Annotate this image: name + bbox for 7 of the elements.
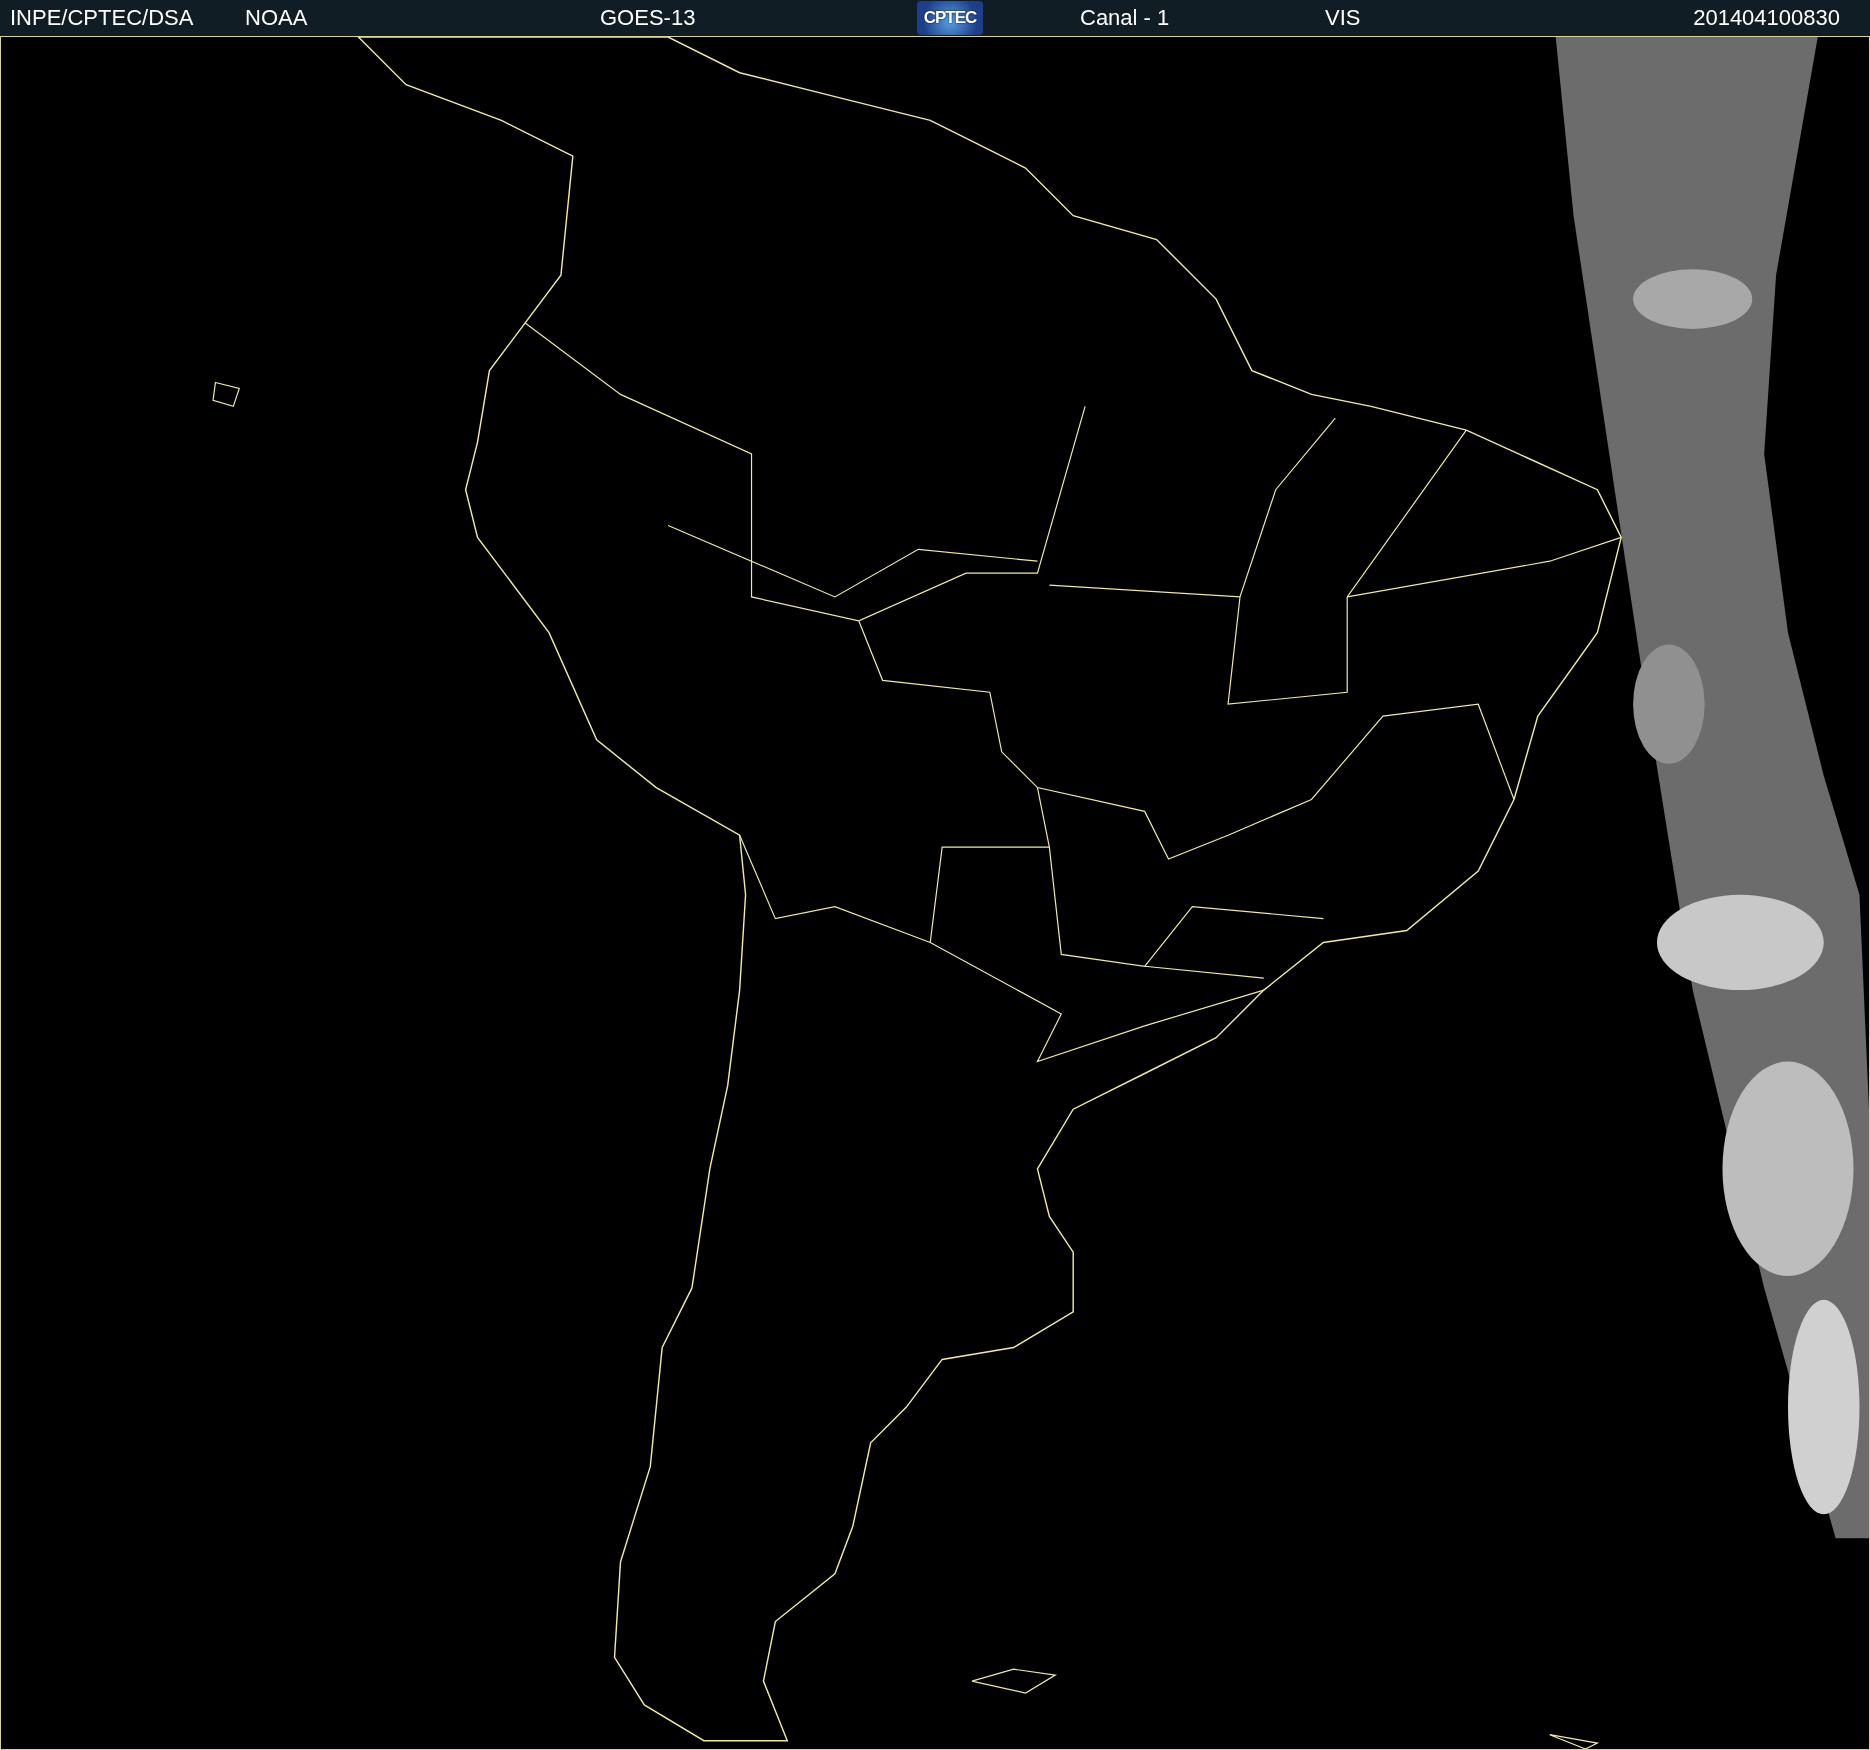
satellite-label: GOES-13 [600, 5, 696, 31]
source-label: INPE/CPTEC/DSA [10, 5, 194, 31]
band-label: VIS [1325, 5, 1361, 31]
channel-label: Canal - 1 [1080, 5, 1170, 31]
timestamp-label: 201404100830 [1693, 5, 1840, 31]
agency-label: NOAA [245, 5, 308, 31]
logo: CPTEC [917, 1, 983, 35]
